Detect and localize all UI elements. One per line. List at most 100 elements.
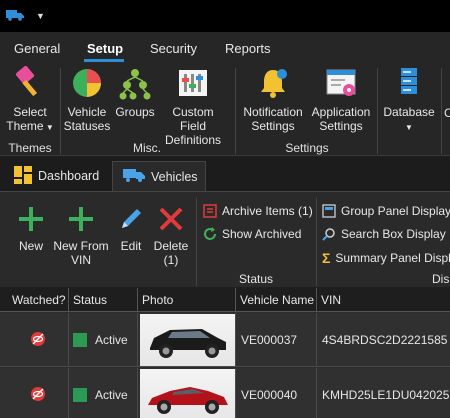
chevron-down-icon: ▼ (405, 123, 413, 132)
tab-security[interactable]: Security (150, 41, 197, 56)
show-archived-button[interactable]: Show Archived (203, 227, 301, 241)
ribbon-divider (60, 68, 61, 154)
ribbon-overflow-label: C (444, 106, 450, 120)
new-button[interactable]: New (12, 206, 50, 253)
document-tabs: Dashboard Vehicles (0, 157, 450, 191)
column-header-status[interactable]: Status (69, 288, 138, 312)
tab-general[interactable]: General (14, 41, 60, 56)
tab-reports[interactable]: Reports (225, 41, 271, 56)
edit-label: Edit (120, 239, 142, 253)
delete-button[interactable]: Delete (1) (150, 206, 192, 267)
dashboard-icon (14, 165, 32, 187)
quick-access-dropdown-icon[interactable]: ▼ (36, 11, 45, 21)
application-settings-button[interactable]: Application Settings (309, 66, 373, 133)
app-window-gear-icon (309, 66, 373, 103)
application-label-2: Settings (319, 119, 363, 133)
group-label-settings: Settings (285, 141, 329, 155)
new-from-vin-button[interactable]: New From VIN (50, 206, 112, 267)
status-indicator (73, 388, 87, 402)
group-panel-display-button[interactable]: Group Panel Display (322, 204, 450, 218)
column-header-photo[interactable]: Photo (138, 288, 236, 312)
menu-bar: General Setup Security Reports (0, 32, 450, 62)
ribbon-divider (441, 68, 442, 154)
status-indicator (73, 333, 87, 347)
column-header-vin[interactable]: VIN (317, 288, 450, 312)
plus-icon (50, 206, 112, 235)
hierarchy-icon (114, 66, 156, 103)
group-panel-display-label: Group Panel Display (341, 204, 450, 218)
pencil-icon (114, 206, 148, 235)
vehicle-statuses-label-2: Statuses (63, 119, 111, 133)
eye-off-icon[interactable] (30, 331, 46, 350)
groups-button[interactable]: Groups (114, 66, 156, 119)
notification-label-1: Notification (243, 105, 303, 119)
truck-icon[interactable] (6, 9, 24, 24)
truck-icon (123, 168, 145, 185)
delete-label-1: Delete (153, 239, 189, 253)
vehicles-grid: Watched? Status Photo Vehicle Name VIN A… (0, 288, 450, 418)
custom-field-definitions-button[interactable]: Custom Field Definitions (158, 66, 228, 147)
table-row[interactable]: Active VE000040 KMHD25LE1DU042025 (0, 368, 450, 418)
delete-x-icon (150, 206, 192, 235)
group-label-misc: Misc. (133, 141, 161, 155)
new-from-vin-label-1: New From (53, 239, 109, 253)
application-label-1: Application (311, 105, 371, 119)
toolbar-divider (316, 198, 317, 286)
vehicle-photo (140, 314, 235, 366)
summary-panel-display-label: Summary Panel Displ (335, 251, 450, 265)
select-theme-button[interactable]: Select Theme ▼ (4, 65, 56, 135)
watched-cell[interactable] (8, 368, 69, 418)
tab-setup[interactable]: Setup (87, 41, 123, 56)
toolbar-divider (196, 198, 197, 286)
table-row[interactable]: Active VE000037 4S4BRDSC2D2221585 (0, 313, 450, 367)
chevron-down-icon: ▼ (43, 123, 54, 132)
ribbon: Select Theme ▼ Vehicle Statuses Groups C… (0, 62, 450, 156)
vehicle-statuses-label-1: Vehicle (67, 105, 107, 119)
database-button[interactable]: Database ▼ (382, 66, 436, 135)
status-cell: Active (69, 368, 138, 418)
archive-items-button[interactable]: Archive Items (1) (203, 204, 313, 218)
search-box-display-button[interactable]: Search Box Display (322, 227, 446, 241)
tab-vehicles[interactable]: Vehicles (112, 161, 206, 191)
eye-off-icon[interactable] (30, 386, 46, 405)
panel-icon (322, 204, 336, 218)
status-cell: Active (69, 313, 138, 367)
bell-icon (239, 66, 307, 103)
search-icon (322, 227, 336, 241)
photo-cell (138, 313, 236, 367)
watched-cell[interactable] (8, 313, 69, 367)
ribbon-divider (235, 68, 236, 154)
notification-label-2: Settings (251, 119, 295, 133)
tab-vehicles-label: Vehicles (151, 169, 198, 184)
column-header-watched[interactable]: Watched? (8, 288, 69, 312)
new-label: New (18, 239, 43, 253)
title-bar: ▼ (0, 0, 450, 32)
paintbrush-icon (4, 65, 56, 103)
vehicle-name-cell: VE000037 (236, 313, 317, 367)
groups-label: Groups (115, 105, 155, 119)
group-label-display: Dis (432, 272, 450, 286)
select-theme-label-1: Select (13, 105, 47, 119)
grid-header: Watched? Status Photo Vehicle Name VIN (0, 288, 450, 312)
summary-panel-display-button[interactable]: Σ Summary Panel Displ (322, 250, 450, 266)
vehicle-statuses-button[interactable]: Vehicle Statuses (62, 66, 112, 133)
new-from-vin-label-2: VIN (70, 253, 91, 267)
form-sliders-icon (158, 66, 228, 103)
delete-label-2: (1) (163, 253, 179, 267)
vin-cell: 4S4BRDSC2D2221585 (322, 333, 448, 347)
group-label-themes: Themes (8, 141, 52, 155)
ribbon-divider (377, 68, 378, 154)
database-server-icon (382, 66, 436, 103)
plus-icon (12, 206, 50, 235)
photo-cell (138, 368, 236, 418)
custom-field-label-1: Custom Field (172, 105, 214, 133)
edit-button[interactable]: Edit (114, 206, 148, 253)
search-box-display-label: Search Box Display (341, 227, 446, 241)
tab-dashboard-label: Dashboard (38, 169, 100, 183)
notification-settings-button[interactable]: Notification Settings (239, 66, 307, 133)
archive-items-label: Archive Items (1) (222, 204, 313, 218)
status-text: Active (95, 388, 128, 402)
column-header-vehicle-name[interactable]: Vehicle Name (236, 288, 317, 312)
group-label-status: Status (238, 272, 274, 286)
tab-dashboard[interactable]: Dashboard (10, 161, 110, 191)
